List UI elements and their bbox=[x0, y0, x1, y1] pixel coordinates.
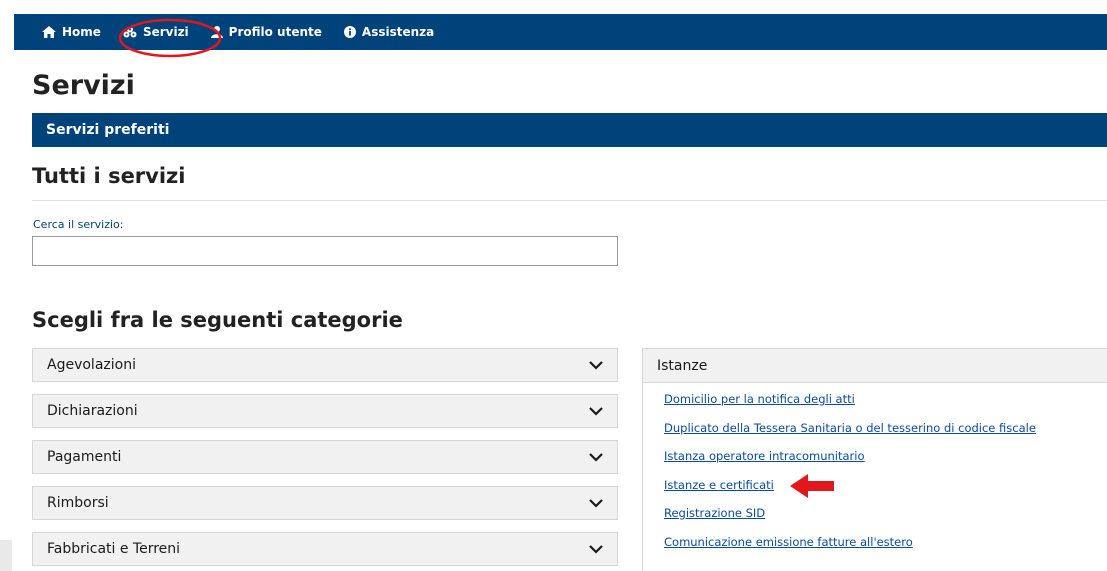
chevron-down-icon bbox=[589, 360, 603, 370]
category-dichiarazioni[interactable]: Dichiarazioni bbox=[32, 394, 618, 428]
panel-link-list: Domicilio per la notifica degli atti Dup… bbox=[643, 383, 1107, 563]
nav-assistenza[interactable]: Assistenza bbox=[343, 25, 435, 39]
chevron-down-icon bbox=[589, 498, 603, 508]
search-input[interactable] bbox=[32, 236, 618, 266]
category-label: Rimborsi bbox=[47, 495, 109, 511]
nav-servizi[interactable]: Servizi bbox=[123, 25, 189, 39]
category-fabbricati-terreni[interactable]: Fabbricati e Terreni bbox=[32, 532, 618, 566]
chevron-down-icon bbox=[589, 452, 603, 462]
category-pagamenti[interactable]: Pagamenti bbox=[32, 440, 618, 474]
link-registrazione-sid[interactable]: Registrazione SID bbox=[664, 506, 1107, 535]
nav-home-label: Home bbox=[62, 25, 101, 39]
nav-assistenza-label: Assistenza bbox=[361, 25, 435, 39]
edge-shading bbox=[0, 540, 12, 571]
categories-title: Scegli fra le seguenti categorie bbox=[32, 308, 403, 332]
all-services-title: Tutti i servizi bbox=[32, 164, 186, 188]
link-domicilio-notifica[interactable]: Domicilio per la notifica degli atti bbox=[664, 392, 1107, 421]
user-icon bbox=[210, 26, 223, 38]
chevron-down-icon bbox=[589, 544, 603, 554]
panel-title: Istanze bbox=[643, 349, 1107, 383]
page-title: Servizi bbox=[32, 70, 135, 101]
red-arrow-icon bbox=[790, 474, 834, 498]
info-icon bbox=[343, 26, 356, 38]
link-istanze-certificati[interactable]: Istanze e certificati bbox=[664, 478, 1107, 507]
category-label: Fabbricati e Terreni bbox=[47, 541, 181, 557]
category-agevolazioni[interactable]: Agevolazioni bbox=[32, 348, 618, 382]
category-accordion: Agevolazioni Dichiarazioni Pagamenti Rim… bbox=[32, 348, 618, 571]
services-icon bbox=[123, 26, 137, 38]
link-istanza-operatore[interactable]: Istanza operatore intracomunitario bbox=[664, 449, 1107, 478]
top-navigation-bar: Home Servizi Profilo utente Assistenza bbox=[14, 14, 1107, 50]
chevron-down-icon bbox=[589, 406, 603, 416]
divider bbox=[32, 200, 1107, 201]
nav-profilo-label: Profilo utente bbox=[228, 25, 322, 39]
home-icon bbox=[42, 26, 56, 38]
link-comunicazione-fatture[interactable]: Comunicazione emissione fatture all'este… bbox=[664, 535, 1107, 564]
category-label: Dichiarazioni bbox=[47, 403, 138, 419]
nav-profilo-utente[interactable]: Profilo utente bbox=[210, 25, 322, 39]
category-rimborsi[interactable]: Rimborsi bbox=[32, 486, 618, 520]
favorites-section-bar[interactable]: Servizi preferiti bbox=[32, 113, 1107, 147]
favorites-label: Servizi preferiti bbox=[46, 122, 170, 138]
nav-servizi-label: Servizi bbox=[142, 25, 189, 39]
category-label: Agevolazioni bbox=[47, 357, 136, 373]
link-duplicato-tessera[interactable]: Duplicato della Tessera Sanitaria o del … bbox=[664, 421, 1107, 450]
istanze-panel: Istanze Domicilio per la notifica degli … bbox=[642, 348, 1107, 571]
search-label: Cerca il servizio: bbox=[33, 218, 124, 231]
category-label: Pagamenti bbox=[47, 449, 122, 465]
nav-home[interactable]: Home bbox=[42, 25, 101, 39]
